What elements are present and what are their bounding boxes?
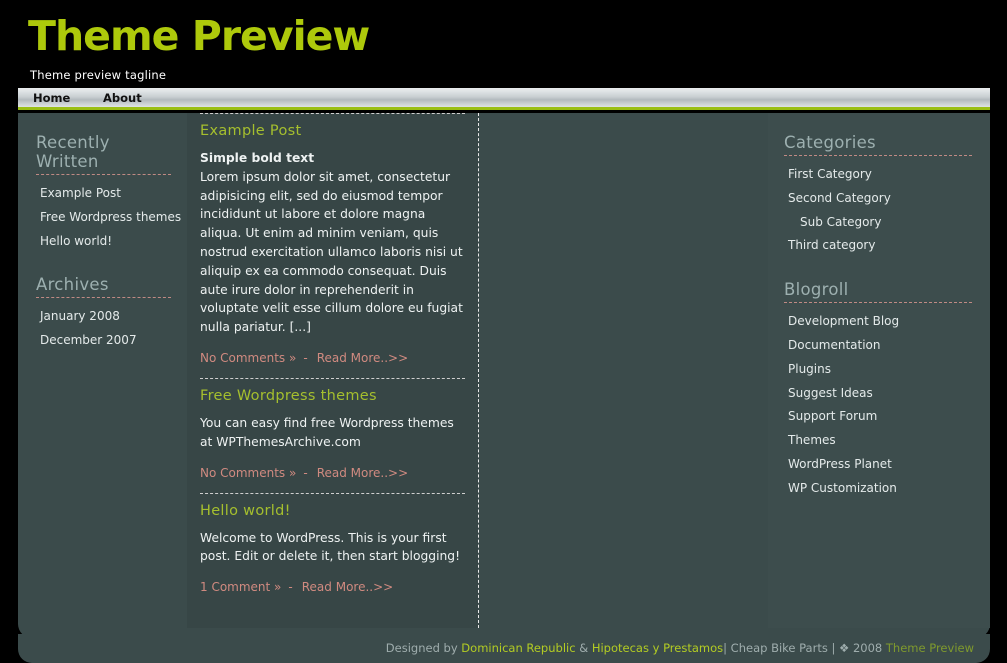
comments-link[interactable]: 1 Comment » xyxy=(200,580,281,594)
copyright-icon: ❖ xyxy=(839,641,850,655)
nav-item-about[interactable]: About xyxy=(103,91,142,105)
list-item[interactable]: Third category xyxy=(768,234,990,258)
list-item[interactable]: Second Category xyxy=(768,187,990,211)
site-header: Theme Preview Theme preview tagline xyxy=(0,0,1007,88)
list-item[interactable]: Hello world! xyxy=(18,230,187,254)
site-footer: Designed by Dominican Republic & Hipotec… xyxy=(18,634,990,663)
post-body: Simple bold text Lorem ipsum dolor sit am… xyxy=(200,149,465,337)
list-item[interactable]: December 2007 xyxy=(18,329,187,353)
read-more-link[interactable]: Read More..>> xyxy=(317,351,408,365)
footer-pipe-2: | xyxy=(827,641,840,655)
footer-ampersand: & xyxy=(575,641,592,655)
blogroll-list: Development Blog Documentation Plugins S… xyxy=(768,310,990,500)
list-item[interactable]: WordPress Planet xyxy=(768,453,990,477)
meta-separator: - xyxy=(303,465,308,480)
list-item[interactable]: Sub Category xyxy=(768,211,990,235)
post-text: Lorem ipsum dolor sit amet, consectetur … xyxy=(200,169,463,335)
comments-link[interactable]: No Comments » xyxy=(200,466,296,480)
list-item[interactable]: WP Customization xyxy=(768,477,990,501)
widget-title-recently-written: Recently Written xyxy=(36,133,171,175)
list-item[interactable]: Documentation xyxy=(768,334,990,358)
post-title[interactable]: Free Wordpress themes xyxy=(200,388,465,404)
footer-pipe-1: | xyxy=(723,641,731,655)
content-column: Example Post Simple bold text Lorem ipsum… xyxy=(187,113,478,628)
post-title[interactable]: Example Post xyxy=(200,123,465,139)
post-body: You can easy find free Wordpress themes … xyxy=(200,415,454,449)
list-item[interactable]: First Category xyxy=(768,163,990,187)
list-item[interactable]: Suggest Ideas xyxy=(768,382,990,406)
footer-link-cheap-bike-parts[interactable]: Cheap Bike Parts xyxy=(731,641,828,655)
archives-list: January 2008 December 2007 xyxy=(18,305,187,353)
main-container: Recently Written Example Post Free Wordp… xyxy=(18,113,990,638)
post-entry: Hello world! Welcome to WordPress. This … xyxy=(200,492,465,608)
post-meta: 1 Comment » - Read More..>> xyxy=(200,580,465,594)
list-item[interactable]: Themes xyxy=(768,429,990,453)
footer-designed-by-label: Designed by xyxy=(385,641,462,655)
post-meta: No Comments » - Read More..>> xyxy=(200,351,465,365)
list-item[interactable]: Support Forum xyxy=(768,405,990,429)
post-meta: No Comments » - Read More..>> xyxy=(200,466,465,480)
list-item[interactable]: Development Blog xyxy=(768,310,990,334)
nav-item-home[interactable]: Home xyxy=(33,91,70,105)
page-title: Theme Preview xyxy=(28,12,370,60)
recently-written-list: Example Post Free Wordpress themes Hello… xyxy=(18,182,187,253)
post-lead: Simple bold text xyxy=(200,151,315,165)
footer-link-theme-preview[interactable]: Theme Preview xyxy=(886,641,974,655)
read-more-link[interactable]: Read More..>> xyxy=(317,466,408,480)
list-item[interactable]: Plugins xyxy=(768,358,990,382)
post-entry: Free Wordpress themes You can easy find … xyxy=(200,377,465,493)
sidebar-left: Recently Written Example Post Free Wordp… xyxy=(18,113,187,628)
footer-year: 2008 xyxy=(849,641,886,655)
middle-spacer-column xyxy=(478,113,768,628)
footer-link-hipotecas[interactable]: Hipotecas y Prestamos xyxy=(592,641,723,655)
widget-title-categories: Categories xyxy=(784,133,972,156)
widget-title-blogroll: Blogroll xyxy=(784,280,972,304)
post-entry: Example Post Simple bold text Lorem ipsum… xyxy=(200,113,465,378)
meta-separator: - xyxy=(288,580,293,595)
primary-navigation: Home About xyxy=(18,88,990,110)
widget-title-archives: Archives xyxy=(36,275,171,299)
post-title[interactable]: Hello world! xyxy=(200,503,465,519)
widget-categories: Categories First Category Second Categor… xyxy=(768,133,990,258)
list-item[interactable]: Free Wordpress themes xyxy=(18,206,187,230)
categories-list: First Category Second Category Sub Categ… xyxy=(768,163,990,258)
site-tagline: Theme preview tagline xyxy=(30,68,167,82)
meta-separator: - xyxy=(303,350,308,365)
widget-recently-written: Recently Written Example Post Free Wordp… xyxy=(18,133,187,253)
read-more-link[interactable]: Read More..>> xyxy=(302,580,393,594)
widget-archives: Archives January 2008 December 2007 xyxy=(18,275,187,353)
post-body: Welcome to WordPress. This is your first… xyxy=(200,530,461,564)
list-item[interactable]: Example Post xyxy=(18,182,187,206)
footer-link-dominican-republic[interactable]: Dominican Republic xyxy=(461,641,575,655)
page-root: Theme Preview Theme preview tagline Home… xyxy=(0,0,1007,663)
list-item[interactable]: January 2008 xyxy=(18,305,187,329)
widget-blogroll: Blogroll Development Blog Documentation … xyxy=(768,280,990,500)
comments-link[interactable]: No Comments » xyxy=(200,351,296,365)
sidebar-right: Categories First Category Second Categor… xyxy=(768,113,990,628)
